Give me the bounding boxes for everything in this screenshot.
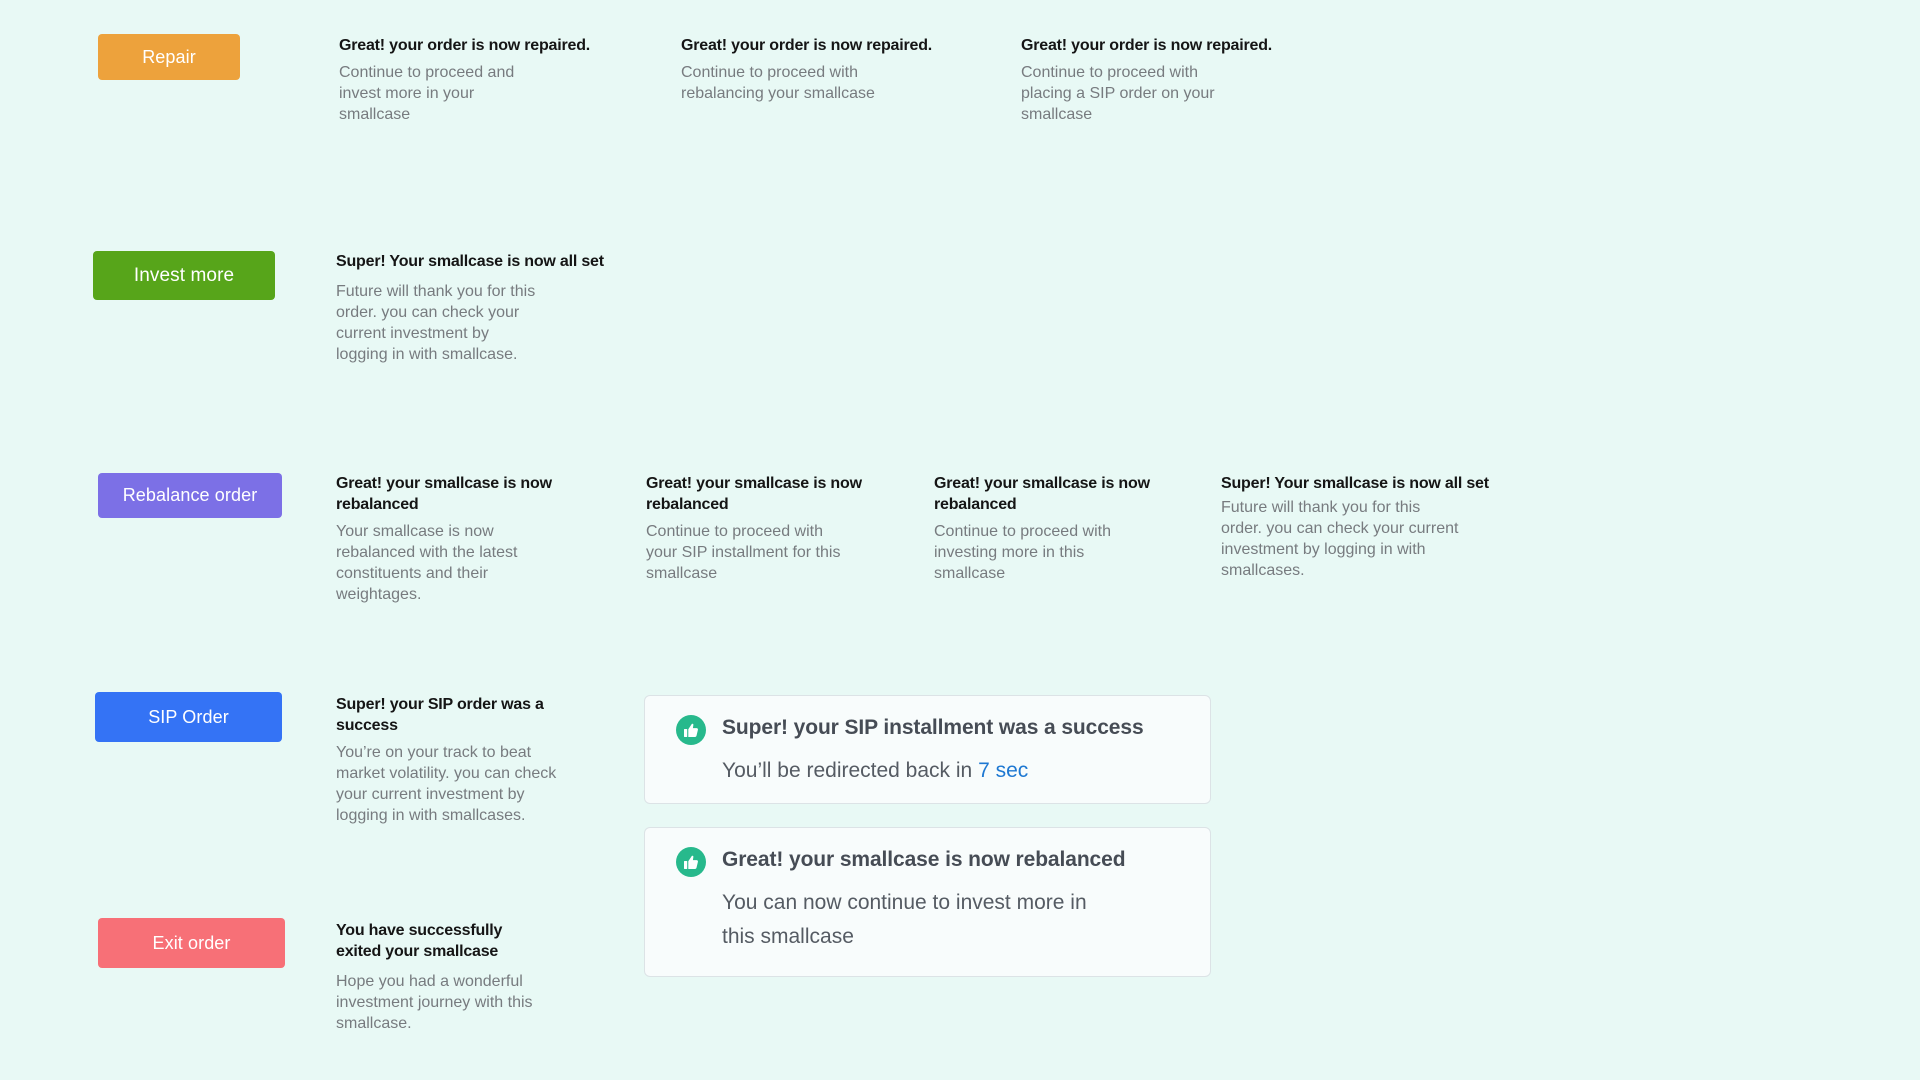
message-title: You have successfully exited your smallc… bbox=[336, 922, 503, 960]
sip-message: Super! your SIP order was a success You’… bbox=[336, 694, 606, 826]
rebalance-message-latest: Great! your smallcase is now rebalanced … bbox=[336, 473, 606, 605]
countdown-link[interactable]: 7 sec bbox=[978, 759, 1028, 782]
rebalance-message-sip: Great! your smallcase is now rebalanced … bbox=[646, 473, 916, 584]
rebalance-message-all-set: Super! Your smallcase is now all set Fut… bbox=[1221, 473, 1491, 581]
exit-message: You have successfully exited your smallc… bbox=[336, 920, 606, 1034]
message-body: Hope you had a wonderful investment jour… bbox=[336, 973, 533, 1032]
message-title: Great! your smallcase is now rebalanced bbox=[646, 475, 862, 513]
message-body: Your smallcase is now rebalanced with th… bbox=[336, 523, 518, 603]
repair-message-sip: Great! your order is now repaired. Conti… bbox=[1021, 35, 1291, 125]
repair-button[interactable]: Repair bbox=[98, 34, 240, 80]
rebalance-success-card: Great! your smallcase is now rebalanced … bbox=[644, 827, 1211, 977]
message-body: Continue to proceed with investing more … bbox=[934, 523, 1111, 582]
card-body: You’ll be redirected back in 7 sec bbox=[722, 754, 1028, 788]
rebalance-order-button[interactable]: Rebalance order bbox=[98, 473, 282, 518]
message-title: Super! your SIP order was a success bbox=[336, 696, 544, 734]
message-body: Future will thank you for this order. yo… bbox=[336, 283, 536, 363]
card-title: Super! your SIP installment was a succes… bbox=[722, 716, 1144, 739]
invest-more-message: Super! Your smallcase is now all set Fut… bbox=[336, 251, 606, 365]
repair-message-rebalance: Great! your order is now repaired. Conti… bbox=[681, 35, 951, 104]
message-body: Continue to proceed and invest more in y… bbox=[339, 64, 515, 123]
repair-message-invest-more: Great! your order is now repaired. Conti… bbox=[339, 35, 609, 125]
message-body: You’re on your track to beat market vola… bbox=[336, 744, 557, 824]
message-title: Great! your order is now repaired. bbox=[339, 37, 591, 54]
rebalance-message-invest-more: Great! your smallcase is now rebalanced … bbox=[934, 473, 1204, 584]
invest-more-button[interactable]: Invest more bbox=[93, 251, 275, 300]
message-body: Future will thank you for this order. yo… bbox=[1221, 499, 1459, 579]
exit-order-button[interactable]: Exit order bbox=[98, 918, 285, 968]
thumbs-up-icon bbox=[676, 847, 706, 877]
message-title: Great! your smallcase is now rebalanced bbox=[934, 475, 1150, 513]
message-title: Super! Your smallcase is now all set bbox=[1221, 475, 1489, 492]
redirect-text: You’ll be redirected back in bbox=[722, 759, 979, 782]
message-title: Great! your order is now repaired. bbox=[681, 37, 933, 54]
message-body: Continue to proceed with your SIP instal… bbox=[646, 523, 841, 582]
card-body: You can now continue to invest more in t… bbox=[722, 891, 1087, 948]
message-title: Super! Your smallcase is now all set bbox=[336, 253, 604, 270]
message-body: Continue to proceed with placing a SIP o… bbox=[1021, 64, 1215, 123]
thumbs-up-icon bbox=[676, 715, 706, 745]
message-title: Great! your smallcase is now rebalanced bbox=[336, 475, 552, 513]
sip-order-button[interactable]: SIP Order bbox=[95, 692, 282, 742]
message-title: Great! your order is now repaired. bbox=[1021, 37, 1273, 54]
message-body: Continue to proceed with rebalancing you… bbox=[681, 64, 875, 102]
card-title: Great! your smallcase is now rebalanced bbox=[722, 848, 1126, 871]
sip-success-card: Super! your SIP installment was a succes… bbox=[644, 695, 1211, 804]
